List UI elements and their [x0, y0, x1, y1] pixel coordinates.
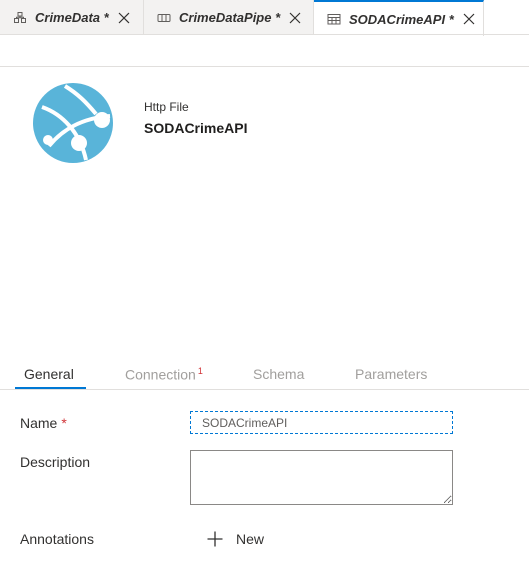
- tab-connection-label: Connection: [125, 366, 196, 383]
- plus-icon: [207, 531, 223, 547]
- add-annotation-button[interactable]: New: [207, 529, 264, 549]
- close-icon[interactable]: [118, 12, 130, 24]
- required-marker: *: [61, 415, 67, 431]
- toolbar-divider: [0, 66, 529, 67]
- property-tabs-divider: [0, 389, 529, 390]
- tab-general[interactable]: General: [24, 366, 74, 382]
- http-globe-icon: [30, 80, 116, 166]
- tab-label: SODACrimeAPI *: [349, 11, 454, 27]
- tab-label: CrimeDataPipe *: [179, 10, 281, 25]
- tab-parameters-label: Parameters: [355, 366, 428, 382]
- close-icon[interactable]: [463, 13, 475, 25]
- tab-general-label: General: [24, 366, 74, 382]
- dataset-table-icon: [327, 12, 341, 26]
- name-label: Name *: [20, 415, 67, 431]
- tab-connection[interactable]: Connection 1: [125, 366, 203, 383]
- tab-crimedatapipe[interactable]: CrimeDataPipe *: [144, 0, 314, 35]
- error-count-badge: 1: [197, 366, 203, 376]
- dataflow-icon: [13, 11, 27, 25]
- tab-schema[interactable]: Schema: [253, 366, 304, 382]
- tab-parameters[interactable]: Parameters: [355, 366, 427, 382]
- dataset-type-label: Http File: [144, 100, 189, 114]
- description-label: Description: [20, 454, 91, 470]
- new-button-label: New: [236, 531, 265, 547]
- tab-label: CrimeData *: [35, 10, 109, 25]
- editor-tab-strip: CrimeData * CrimeDataPipe * SODACrimeAPI…: [0, 0, 529, 36]
- tab-sodacrimeapi[interactable]: SODACrimeAPI *: [314, 0, 484, 36]
- description-input[interactable]: [190, 450, 453, 505]
- close-icon[interactable]: [289, 12, 301, 24]
- tab-crimedata[interactable]: CrimeData *: [0, 0, 144, 35]
- pipeline-icon: [157, 11, 171, 25]
- name-label-text: Name: [20, 415, 58, 431]
- name-input[interactable]: [190, 411, 453, 434]
- tabstrip-divider: [0, 34, 529, 35]
- dataset-title: SODACrimeAPI: [144, 120, 248, 136]
- annotations-label: Annotations: [20, 531, 94, 547]
- tab-schema-label: Schema: [253, 366, 305, 382]
